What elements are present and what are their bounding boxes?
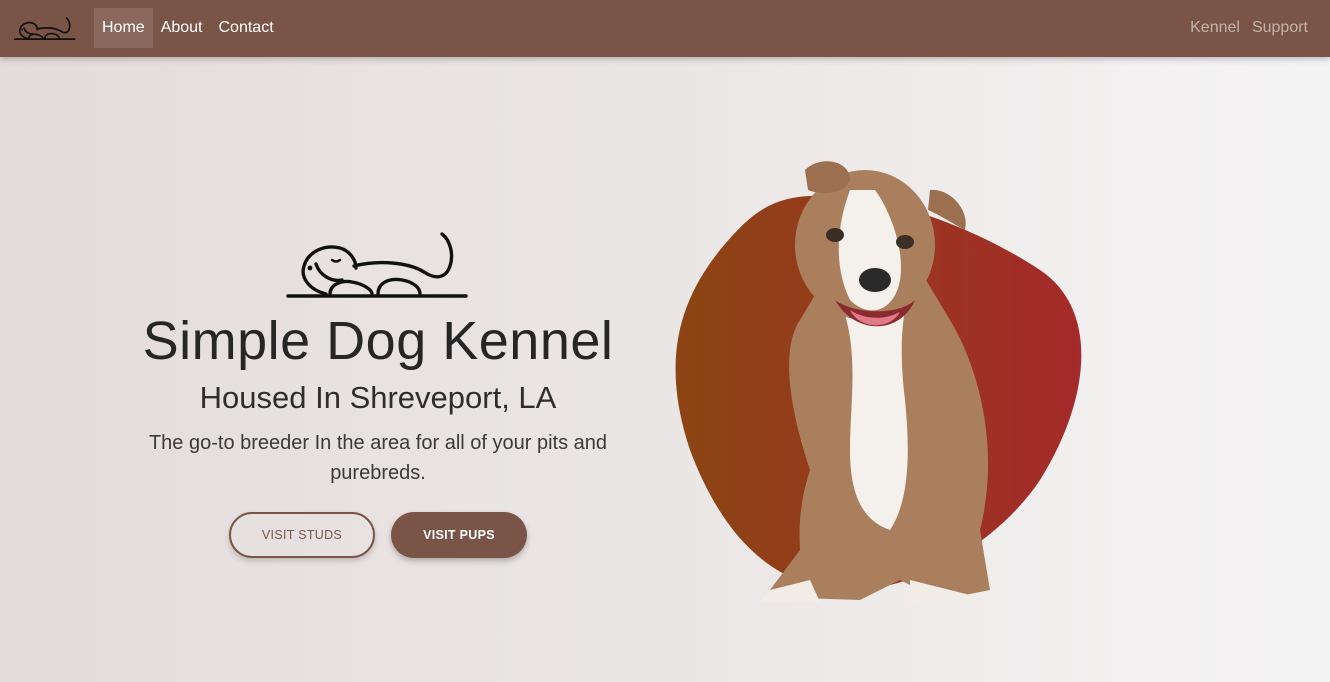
page-subtitle: Housed In Shreveport, LA — [199, 380, 557, 415]
page-title: Simple Dog Kennel — [142, 311, 614, 371]
sleeping-dog-icon — [286, 232, 468, 298]
nav-support-link[interactable]: Support — [1246, 8, 1314, 48]
visit-studs-button[interactable]: VISIT STUDS — [229, 512, 375, 558]
hero-buttons: VISIT STUDS VISIT PUPS — [128, 512, 628, 558]
sleeping-dog-icon[interactable] — [14, 14, 76, 44]
nav-left-links: Home About Contact — [94, 8, 282, 48]
nav-about-link[interactable]: About — [153, 8, 211, 48]
hero-description: The go-to breeder In the area for all of… — [148, 432, 608, 484]
nav-kennel-link[interactable]: Kennel — [1184, 8, 1246, 48]
nav-home-link[interactable]: Home — [94, 8, 153, 48]
top-navbar: Home About Contact Kennel Support — [0, 0, 1330, 57]
nav-contact-link[interactable]: Contact — [211, 8, 282, 48]
pitbull-puppy-photo — [675, 161, 1082, 604]
nav-right-links: Kennel Support — [1184, 8, 1314, 48]
hero-text: Simple Dog Kennel Housed In Shreveport, … — [128, 230, 628, 558]
visit-pups-button[interactable]: VISIT PUPS — [391, 512, 527, 558]
